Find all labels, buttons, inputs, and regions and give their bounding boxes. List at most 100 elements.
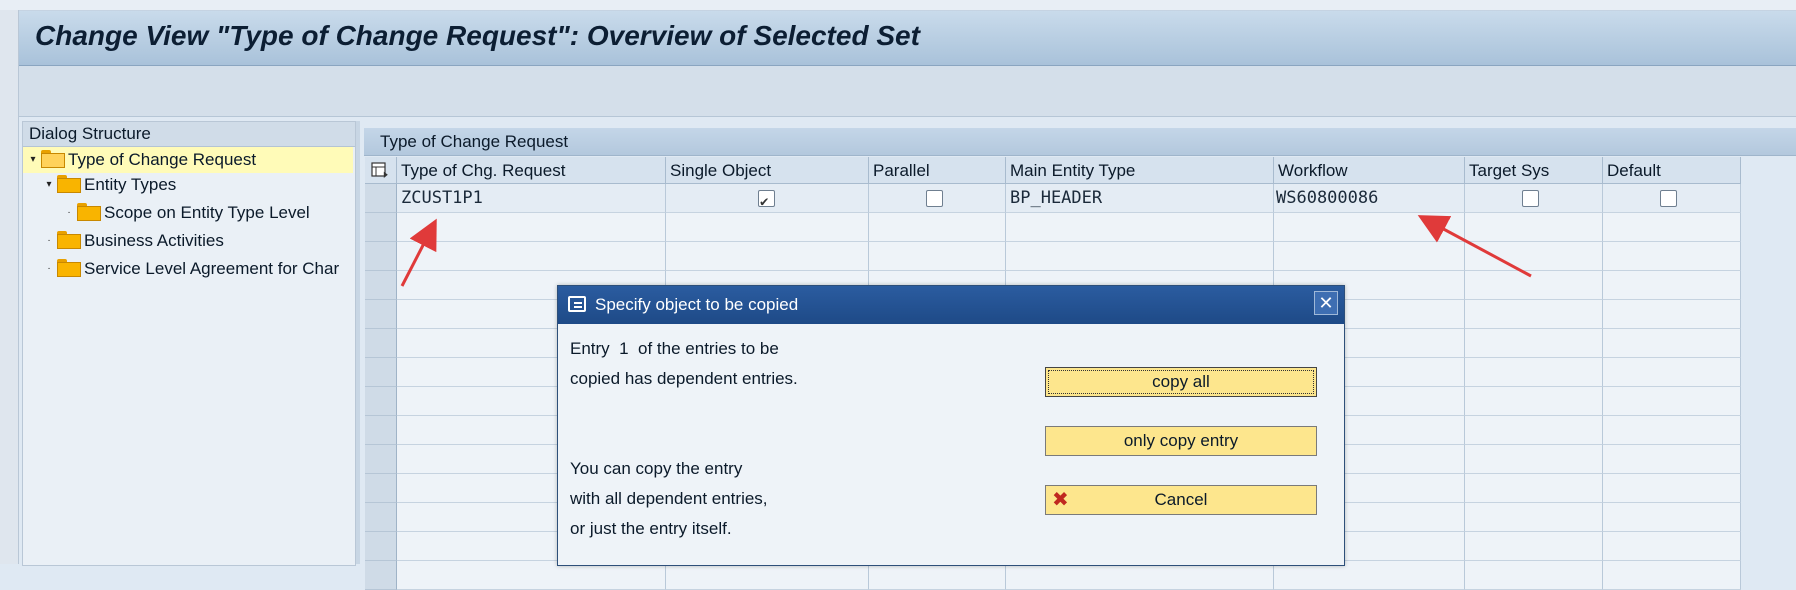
row-selector[interactable] <box>365 184 397 213</box>
message-line: Entry 1 of the entries to be <box>570 339 779 358</box>
table-cell-empty[interactable] <box>1465 271 1603 300</box>
table-cell-empty[interactable] <box>1465 358 1603 387</box>
table-cell-empty[interactable] <box>397 213 666 242</box>
folder-icon <box>57 258 81 277</box>
table-cell-empty[interactable] <box>1465 474 1603 503</box>
column-header-parallel[interactable]: Parallel <box>869 157 1006 184</box>
row-selector[interactable] <box>365 271 397 300</box>
table-cell-empty[interactable] <box>397 242 666 271</box>
splitter-handle[interactable] <box>356 121 360 564</box>
message-line: copied has dependent entries. <box>570 369 798 388</box>
title-bar: Change View "Type of Change Request": Ov… <box>19 11 1796 66</box>
column-header-target-sys[interactable]: Target Sys <box>1465 157 1603 184</box>
table-settings-button[interactable] <box>365 157 397 184</box>
table-cell-empty[interactable] <box>666 213 869 242</box>
row-selector[interactable] <box>365 532 397 561</box>
table-cell-empty[interactable] <box>1603 416 1741 445</box>
cell-default <box>1603 184 1741 213</box>
table-cell-empty[interactable] <box>666 242 869 271</box>
tree-item-type-of-change-request[interactable]: ▾ Type of Change Request <box>23 147 353 173</box>
table-cell-empty[interactable] <box>1603 358 1741 387</box>
tree-item-service-level-agreement[interactable]: · Service Level Agreement for Char <box>41 256 353 282</box>
row-selector[interactable] <box>365 329 397 358</box>
table-cell-empty[interactable] <box>1465 242 1603 271</box>
table-cell-empty[interactable] <box>1603 561 1741 590</box>
cell-main-entity-type[interactable]: BP_HEADER <box>1006 184 1274 213</box>
expand-toggle-icon[interactable]: ▾ <box>41 172 57 198</box>
row-selector[interactable] <box>365 387 397 416</box>
expand-toggle-icon[interactable]: ▾ <box>25 147 41 173</box>
tree-item-label: Entity Types <box>84 175 177 194</box>
table-cell-empty[interactable] <box>1465 416 1603 445</box>
leaf-bullet-icon: · <box>47 235 51 246</box>
table-cell-empty[interactable] <box>1603 213 1741 242</box>
tree-item-label: Business Activities <box>84 231 224 250</box>
tree-item-label: Scope on Entity Type Level <box>104 203 310 222</box>
info-line: You can copy the entry <box>570 459 743 478</box>
row-selector[interactable] <box>365 358 397 387</box>
table-settings-icon <box>371 162 388 178</box>
column-header-workflow[interactable]: Workflow <box>1274 157 1465 184</box>
default-checkbox[interactable] <box>1660 190 1677 207</box>
tree-item-entity-types[interactable]: ▾ Entity Types <box>41 172 176 198</box>
table-cell-empty[interactable] <box>1465 503 1603 532</box>
application-toolbar <box>19 66 1796 117</box>
table-cell-empty[interactable] <box>1465 300 1603 329</box>
row-selector[interactable] <box>365 416 397 445</box>
row-selector[interactable] <box>365 503 397 532</box>
column-header-type[interactable]: Type of Chg. Request <box>397 157 666 184</box>
tree-item-business-activities[interactable]: · Business Activities <box>41 228 224 254</box>
table-cell-empty[interactable] <box>1006 242 1274 271</box>
table-cell-empty[interactable] <box>1465 445 1603 474</box>
table-cell-empty[interactable] <box>1274 242 1465 271</box>
parallel-checkbox[interactable] <box>926 190 943 207</box>
table-cell-empty[interactable] <box>1603 503 1741 532</box>
cancel-x-icon: ✖ <box>1052 489 1069 511</box>
table-cell-empty[interactable] <box>1465 387 1603 416</box>
close-button[interactable]: ✕ <box>1314 291 1338 315</box>
row-selector[interactable] <box>365 213 397 242</box>
table-cell-empty[interactable] <box>1603 445 1741 474</box>
only-copy-entry-button[interactable]: only copy entry <box>1045 426 1317 456</box>
cell-workflow[interactable]: WS60800086 <box>1274 184 1465 213</box>
table-cell-empty[interactable] <box>1603 329 1741 358</box>
row-selector[interactable] <box>365 242 397 271</box>
info-line: or just the entry itself. <box>570 519 732 538</box>
folder-open-icon <box>41 149 65 168</box>
cell-target-sys <box>1465 184 1603 213</box>
tree-item-label: Service Level Agreement for Char <box>84 259 340 278</box>
table-cell-empty[interactable] <box>1603 387 1741 416</box>
row-selector[interactable] <box>365 300 397 329</box>
target-sys-checkbox[interactable] <box>1522 190 1539 207</box>
table-cell-empty[interactable] <box>1465 561 1603 590</box>
column-header-main-entity-type[interactable]: Main Entity Type <box>1006 157 1274 184</box>
copy-dialog: Specify object to be copied ✕ Entry 1 of… <box>557 285 1345 566</box>
row-selector[interactable] <box>365 561 397 590</box>
cell-parallel <box>869 184 1006 213</box>
folder-icon <box>57 230 81 249</box>
table-cell-empty[interactable] <box>869 242 1006 271</box>
table-cell-empty[interactable] <box>1465 329 1603 358</box>
table-cell-empty[interactable] <box>1603 532 1741 561</box>
row-selector[interactable] <box>365 474 397 503</box>
table-cell-empty[interactable] <box>1006 213 1274 242</box>
table-cell-empty[interactable] <box>1465 532 1603 561</box>
table-cell-empty[interactable] <box>1603 271 1741 300</box>
cell-type[interactable]: ZCUST1P1 <box>397 184 666 213</box>
tree-item-scope-on-entity-type-level[interactable]: · Scope on Entity Type Level <box>61 200 310 226</box>
table-cell-empty[interactable] <box>1465 213 1603 242</box>
row-selector[interactable] <box>365 445 397 474</box>
table-cell-empty[interactable] <box>869 213 1006 242</box>
tree-item-label: Type of Change Request <box>68 150 257 169</box>
table-cell-empty[interactable] <box>1274 213 1465 242</box>
dialog-title-bar[interactable]: Specify object to be copied ✕ <box>558 286 1344 324</box>
column-header-default[interactable]: Default <box>1603 157 1741 184</box>
table-cell-empty[interactable] <box>1603 474 1741 503</box>
cancel-button[interactable]: ✖ Cancel <box>1045 485 1317 515</box>
table-cell-empty[interactable] <box>1603 300 1741 329</box>
folder-icon <box>57 174 81 193</box>
column-header-single-object[interactable]: Single Object <box>666 157 869 184</box>
table-cell-empty[interactable] <box>1603 242 1741 271</box>
copy-all-button[interactable]: copy all <box>1045 367 1317 397</box>
single-object-checkbox[interactable] <box>758 188 775 217</box>
